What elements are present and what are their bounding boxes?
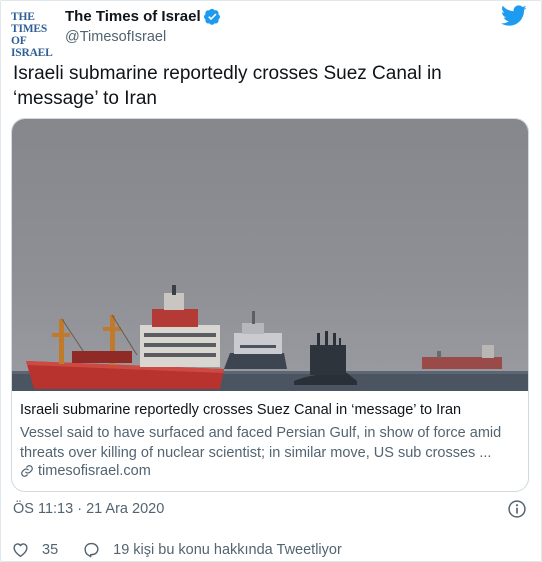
tweet-text: Israeli submarine reportedly crosses Sue… — [13, 63, 442, 109]
link-card-domain: timesofisrael.com — [38, 463, 151, 479]
avatar[interactable]: THE TIMES OF ISRAEL — [11, 11, 57, 59]
conversation-text: 19 kişi bu konu hakkında Tweetliyor — [113, 541, 342, 558]
author-block[interactable]: The Times of Israel @TimesofIsrael — [65, 8, 221, 45]
conversation-button[interactable]: 19 kişi bu konu hakkında Tweetliyor — [82, 540, 342, 559]
like-button[interactable]: 35 — [11, 540, 58, 559]
reply-bubble-icon — [84, 542, 99, 558]
avatar-line-2: OF ISRAEL — [11, 35, 53, 59]
like-count: 35 — [42, 541, 59, 558]
article-photo — [12, 119, 528, 391]
avatar-line-1: THE TIMES — [11, 11, 48, 35]
author-handle[interactable]: @TimesofIsrael — [65, 29, 221, 45]
tweet-timestamp[interactable]: ÖS 11:13 · 21 Ara 2020 — [13, 501, 164, 517]
link-card-description: Vessel said to have surfaced and faced P… — [20, 425, 502, 461]
verified-badge-icon — [203, 9, 220, 26]
tweet-actions: 35 19 kişi bu konu hakkında Tweetliyor — [11, 540, 342, 559]
author-name[interactable]: The Times of Israel — [65, 8, 201, 25]
link-preview-card[interactable]: Israeli submarine reportedly crosses Sue… — [11, 118, 529, 492]
link-card-domain-row[interactable]: timesofisrael.com — [20, 463, 151, 479]
info-icon[interactable] — [507, 499, 527, 519]
tweet-card: THE TIMES OF ISRAEL The Times of Israel … — [0, 0, 542, 562]
twitter-bird-icon[interactable] — [501, 5, 527, 27]
link-icon — [21, 465, 33, 477]
link-card-title[interactable]: Israeli submarine reportedly crosses Sue… — [20, 402, 520, 418]
heart-icon — [13, 543, 28, 557]
